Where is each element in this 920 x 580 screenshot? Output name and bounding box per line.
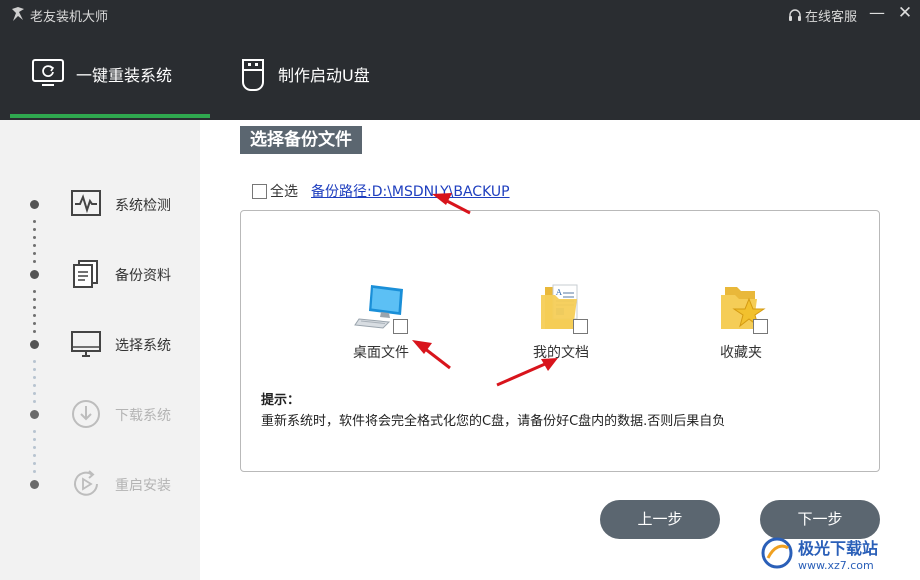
select-all-checkbox[interactable]: 全选: [252, 181, 298, 201]
step-dot: [30, 270, 39, 279]
file-item-desktop[interactable]: 桌面文件: [331, 281, 441, 361]
headset-icon: [789, 8, 801, 21]
app-title: 老友装机大师: [30, 10, 109, 25]
step-dot: [30, 480, 39, 489]
documents-checkbox[interactable]: [573, 319, 588, 334]
tab-make-boot-usb[interactable]: 制作启动U盘: [238, 28, 370, 120]
top-nav: 一键重装系统 制作启动U盘: [0, 28, 920, 120]
step-backup-data: 备份资料: [0, 254, 200, 294]
tab-make-boot-usb-label: 制作启动U盘: [278, 66, 370, 85]
file-label: 收藏夹: [720, 345, 762, 361]
step-label: 下载系统: [115, 408, 171, 424]
file-label: 桌面文件: [353, 345, 409, 361]
monitor-pulse-icon: [71, 190, 101, 216]
file-item-documents[interactable]: A 我的文档: [511, 281, 621, 361]
step-dot: [30, 410, 39, 419]
select-all-box[interactable]: [252, 183, 267, 199]
steps-sidebar: 系统检测 备份资料 选择系统 下载系统 重启安装: [0, 120, 200, 580]
monitor-icon: [71, 331, 101, 357]
tips-title: 提示：: [261, 393, 301, 408]
backup-files-panel: 桌面文件 A 我的文档 收藏夹 提示： 重新系统时，软件将会完全格式化您的C盘，…: [240, 210, 880, 472]
step-label: 备份资料: [115, 268, 171, 284]
app-logo-icon: [12, 7, 24, 21]
desktop-checkbox[interactable]: [393, 319, 408, 334]
download-icon: [72, 400, 100, 428]
watermark: 极光下载站 www.xz7.com: [760, 528, 920, 578]
section-title: 选择备份文件: [240, 126, 362, 154]
backup-path-link[interactable]: 备份路径:D:\MSDNLY\BACKUP: [311, 181, 510, 201]
step-restart-install: 重启安装: [0, 464, 200, 504]
usb-drive-icon: [242, 59, 264, 91]
select-all-label: 全选: [270, 184, 298, 200]
step-label: 重启安装: [115, 478, 171, 494]
tab-one-click-reinstall[interactable]: 一键重装系统: [30, 28, 172, 120]
online-service-button[interactable]: 在线客服: [788, 6, 857, 25]
previous-step-button[interactable]: 上一步: [600, 500, 720, 539]
documents-icon: [73, 260, 98, 288]
tab-one-click-reinstall-label: 一键重装系统: [76, 66, 173, 85]
restart-icon: [74, 470, 98, 496]
tips-text: 重新系统时，软件将会完全格式化您的C盘，请备份好C盘内的数据.否则后果自负: [261, 414, 726, 429]
watermark-logo-icon: [761, 537, 793, 569]
minimize-button[interactable]: —: [868, 4, 886, 22]
monitor-refresh-icon: [32, 59, 64, 86]
step-label: 系统检测: [115, 198, 171, 214]
watermark-sub-text: www.xz7.com: [798, 558, 874, 572]
step-label: 选择系统: [115, 338, 171, 354]
step-dot: [30, 340, 39, 349]
favorites-checkbox[interactable]: [753, 319, 768, 334]
active-tab-indicator: [10, 114, 210, 118]
svg-text:A: A: [555, 288, 562, 297]
file-label: 我的文档: [533, 345, 589, 361]
file-item-favorites[interactable]: 收藏夹: [691, 281, 801, 361]
step-system-check: 系统检测: [0, 184, 200, 224]
title-bar: 老友装机大师 在线客服 — ✕: [0, 0, 920, 28]
close-button[interactable]: ✕: [896, 3, 914, 23]
step-dot: [30, 200, 39, 209]
step-download-system: 下载系统: [0, 394, 200, 434]
watermark-main-text: 极光下载站: [798, 538, 879, 558]
step-select-system: 选择系统: [0, 324, 200, 364]
online-service-label: 在线客服: [805, 10, 858, 25]
